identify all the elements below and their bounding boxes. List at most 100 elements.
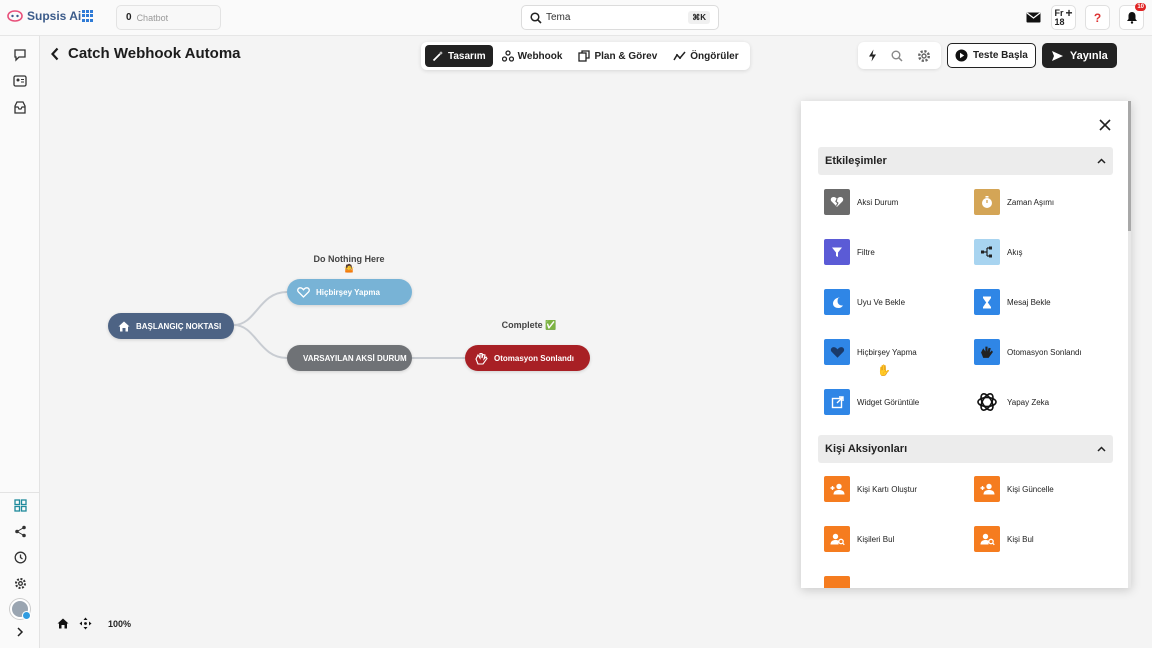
flow-icon (974, 239, 1000, 265)
logo[interactable]: Supsis Ai (6, 9, 81, 23)
node-start[interactable]: BAŞLANGIÇ NOKTASI (108, 313, 234, 339)
item-hicbirsey-yapma[interactable]: Hiçbirşey Yapma (824, 339, 917, 365)
publish-button[interactable]: Yayınla (1041, 43, 1117, 68)
flow-edges (233, 291, 465, 359)
item-label: Kişileri Bul (857, 534, 895, 544)
zoom-level: 100% (108, 618, 132, 629)
item-label: Kişi Güncelle (1007, 484, 1054, 494)
tasks-icon (578, 50, 591, 62)
history-icon[interactable] (11, 548, 29, 566)
node-end[interactable]: Otomasyon Sonlandı (465, 345, 590, 371)
item-label: Uyu Ve Bekle (857, 297, 906, 307)
test-start-button[interactable]: Teste Başla (947, 43, 1036, 68)
settings-icon[interactable] (11, 574, 29, 592)
item-label: Yapay Zeka (1007, 397, 1050, 407)
item-label: Zaman Aşımı (1007, 197, 1055, 207)
tab-webhook[interactable]: Webhook (495, 45, 570, 67)
item-uyu-ve-bekle[interactable]: Uyu Ve Bekle (824, 289, 905, 315)
date-widget[interactable]: Fr + 18 (1051, 5, 1076, 30)
panel-scrollbar[interactable] (1128, 101, 1131, 588)
search-box[interactable]: ⌘K (521, 5, 719, 30)
item-filtre[interactable]: Filtre (824, 239, 875, 265)
dashboard-icon[interactable] (11, 496, 29, 514)
person-icon (824, 576, 850, 588)
item-widget-goruntule[interactable]: Widget Görüntüle (824, 389, 919, 415)
search-person-icon (974, 526, 1000, 552)
node-nothing[interactable]: Hiçbirşey Yapma (287, 279, 412, 305)
plus-icon: + (1065, 6, 1073, 20)
chevron-up-icon (1097, 158, 1106, 164)
section-contact-actions[interactable]: Kişi Aksiyonları (818, 435, 1113, 463)
inbox-icon[interactable] (11, 98, 29, 116)
node-nothing-label: Hiçbirşey Yapma (316, 287, 380, 297)
item-kisi-karti-olustur[interactable]: Kişi Kartı Oluştur (824, 476, 917, 502)
add-person-icon (824, 476, 850, 502)
page-header: Catch Webhook Automa (50, 45, 241, 62)
search-person-icon (824, 526, 850, 552)
logo-text: Supsis Ai (27, 9, 82, 23)
user-avatar[interactable] (10, 599, 31, 620)
section-interactions[interactable]: Etkileşimler (818, 147, 1113, 175)
apps-grid-icon[interactable] (82, 10, 94, 22)
complete-caption: Complete ✅ (501, 320, 557, 330)
section-title: Etkileşimler (825, 155, 887, 167)
broken-heart-icon (824, 189, 850, 215)
item-label: Aksi Durum (857, 197, 899, 207)
logo-icon (7, 10, 23, 22)
item-aksi-durum[interactable]: Aksi Durum (824, 189, 898, 215)
node-default[interactable]: VARSAYILAN AKSİ DURUM (287, 345, 412, 371)
close-icon[interactable] (1097, 117, 1113, 133)
tab-plan-gorev[interactable]: Plan & Görev (571, 45, 664, 67)
search-icon[interactable] (891, 50, 903, 62)
lightning-icon[interactable] (868, 49, 877, 62)
heart-outline-icon (824, 339, 850, 365)
item-otomasyon-sonlandi[interactable]: Otomasyon Sonlandı (974, 339, 1082, 365)
item-label: Mesaj Bekle (1007, 297, 1051, 307)
do-nothing-emoji: 🤷 (344, 264, 354, 273)
filter-icon (824, 239, 850, 265)
expand-sidebar-icon[interactable] (11, 623, 29, 641)
publish-label: Yayınla (1069, 49, 1108, 62)
hand-cursor-icon: ✋ (877, 365, 891, 377)
item-label: Otomasyon Sonlandı (1007, 347, 1082, 357)
tab-label: Plan & Görev (594, 50, 658, 62)
magic-wand-icon (432, 51, 443, 62)
heart-outline-icon (297, 286, 310, 298)
item-kisi-guncelle[interactable]: Kişi Güncelle (974, 476, 1054, 502)
clap-icon (974, 339, 1000, 365)
item-zaman-asimi[interactable]: Zaman Aşımı (974, 189, 1054, 215)
item-akis[interactable]: Akış (974, 239, 1023, 265)
search-input[interactable] (546, 12, 676, 23)
mail-icon[interactable] (1024, 11, 1042, 25)
chevron-up-icon (1097, 446, 1106, 452)
back-arrow-icon[interactable] (50, 47, 60, 61)
mode-tabs: Tasarım Webhook Plan & Görev Öngörüler (421, 42, 750, 70)
edge-start-default (233, 324, 288, 359)
help-button[interactable]: ? (1085, 5, 1110, 30)
hourglass-icon (974, 289, 1000, 315)
item-kisi-bul[interactable]: Kişi Bul (974, 526, 1034, 552)
tab-label: Webhook (517, 50, 563, 62)
item-mesaj-bekle[interactable]: Mesaj Bekle (974, 289, 1051, 315)
item-partial[interactable] (824, 576, 850, 588)
move-icon[interactable] (79, 617, 92, 630)
tab-tasarim[interactable]: Tasarım (425, 45, 493, 67)
notifications-button[interactable]: 10 (1119, 3, 1146, 30)
contacts-icon[interactable] (11, 72, 29, 90)
home-icon[interactable] (57, 618, 69, 629)
flow-canvas[interactable]: BAŞLANGIÇ NOKTASI Do Nothing Here 🤷 Hiçb… (41, 72, 801, 648)
search-icon (530, 11, 542, 24)
item-kisileri-bul[interactable]: Kişileri Bul (824, 526, 894, 552)
item-yapay-zeka[interactable]: Yapay Zeka (974, 389, 1049, 415)
search-shortcut: ⌘K (688, 11, 710, 24)
scrollbar-thumb[interactable] (1128, 101, 1131, 231)
item-label: Widget Görüntüle (857, 397, 920, 407)
top-bar: Supsis Ai 0 Chatbot ⌘K Fr+ 18 ? 10 (0, 0, 1152, 36)
tab-ongoruler[interactable]: Öngörüler (666, 45, 745, 67)
test-start-label: Teste Başla (973, 50, 1028, 61)
gear-icon[interactable] (917, 49, 931, 63)
share-icon[interactable] (11, 522, 29, 540)
chat-icon[interactable] (11, 46, 29, 64)
chatbot-selector[interactable]: 0 Chatbot (116, 5, 221, 30)
tab-label: Tasarım (448, 50, 486, 62)
